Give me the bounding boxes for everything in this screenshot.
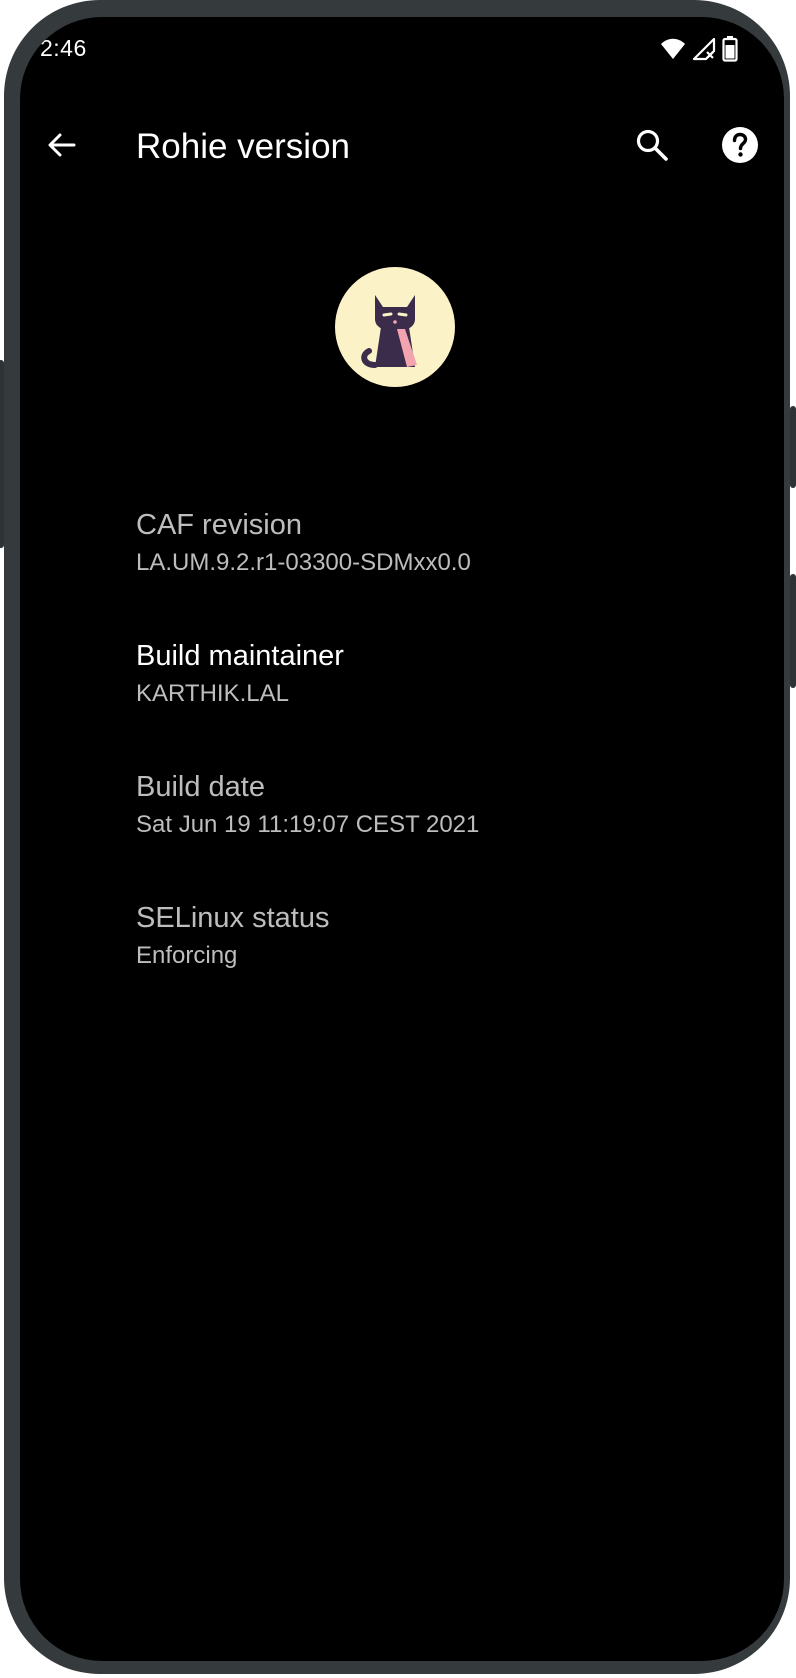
list-item-caf-revision[interactable]: CAF revision LA.UM.9.2.r1-03300-SDMxx0.0: [136, 507, 756, 617]
phone-frame: 2:46 Rohie version CAF revision LA.UM.9.…: [0, 0, 796, 1674]
status-icons: [660, 36, 738, 67]
side-button-right-bottom: [790, 574, 796, 688]
help-icon: [721, 126, 759, 169]
cat-logo-icon: [335, 295, 455, 387]
status-time: 2:46: [40, 35, 87, 61]
rohie-logo: [335, 267, 455, 387]
list-item-build-maintainer[interactable]: Build maintainer KARTHIK.LAL: [136, 638, 756, 748]
search-button[interactable]: [624, 119, 680, 175]
pref-title: CAF revision: [136, 509, 302, 541]
app-bar: Rohie version: [20, 107, 784, 187]
wifi-icon: [660, 38, 686, 65]
pref-summary: KARTHIK.LAL: [136, 680, 289, 707]
status-bar: 2:46: [20, 17, 784, 77]
signal-no-service-icon: [692, 37, 716, 66]
pref-summary: LA.UM.9.2.r1-03300-SDMxx0.0: [136, 549, 471, 576]
battery-icon: [722, 36, 738, 67]
back-button[interactable]: [34, 119, 90, 175]
pref-title: SELinux status: [136, 902, 330, 934]
pref-title: Build maintainer: [136, 640, 344, 672]
list-item-build-date[interactable]: Build date Sat Jun 19 11:19:07 CEST 2021: [136, 769, 756, 879]
arrow-back-icon: [46, 129, 78, 166]
pref-summary: Enforcing: [136, 942, 238, 969]
pref-summary: Sat Jun 19 11:19:07 CEST 2021: [136, 811, 480, 838]
page-title: Rohie version: [136, 127, 350, 166]
pref-title: Build date: [136, 771, 265, 803]
list-item-selinux-status[interactable]: SELinux status Enforcing: [136, 900, 756, 1010]
help-button[interactable]: [712, 119, 768, 175]
screen: 2:46 Rohie version CAF revision LA.UM.9.…: [20, 17, 784, 1661]
side-button-right-top: [790, 406, 796, 488]
side-button-left: [0, 360, 4, 548]
search-icon: [635, 128, 669, 167]
